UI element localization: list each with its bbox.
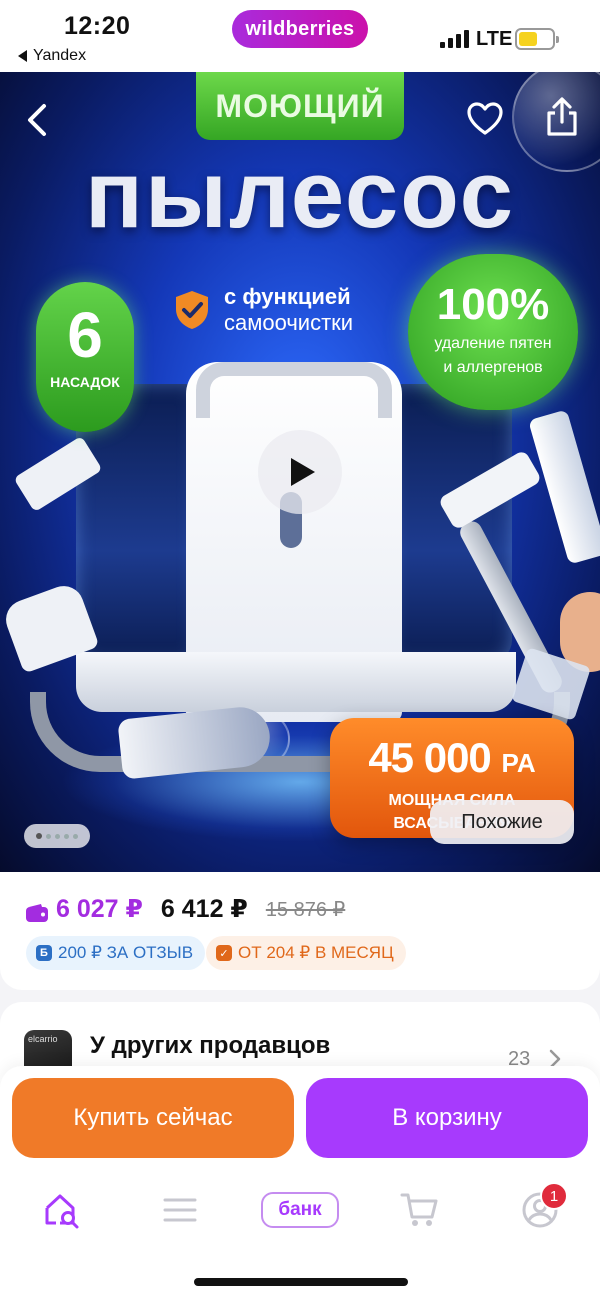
- tab-catalog[interactable]: [150, 1188, 210, 1232]
- status-time: 12:20: [64, 12, 131, 40]
- brand-logo: wildberries: [232, 10, 368, 48]
- heart-icon[interactable]: [466, 100, 504, 138]
- installment-chip[interactable]: ✓ ОТ 204 ₽ В МЕСЯЦ: [206, 936, 406, 970]
- stain-removal-caption-1: удаление пятен: [434, 335, 552, 352]
- slide-dot: [64, 833, 69, 839]
- product-page: 12:20 Yandex wildberries LTE МОЮЩИЙ пыле…: [0, 0, 600, 1297]
- suction-power-unit: PA: [501, 748, 536, 778]
- battery-icon: [515, 28, 559, 50]
- installment-label: ОТ 204 ₽ В МЕСЯЦ: [238, 943, 394, 962]
- cart-icon: [400, 1193, 438, 1226]
- menu-icon: [163, 1198, 197, 1222]
- slide-dot: [73, 833, 78, 839]
- attachments-caption: НАСАДОК: [50, 374, 120, 390]
- status-bar: 12:20 Yandex wildberries LTE: [0, 0, 600, 72]
- bottom-tab-bar: банк 1: [0, 1176, 600, 1297]
- network-type: LTE: [476, 28, 513, 50]
- home-search-icon: [45, 1194, 79, 1229]
- notification-badge: 1: [540, 1182, 568, 1210]
- other-sellers-title: У других продавцов: [90, 1032, 331, 1059]
- action-bar: Купить сейчас В корзину: [0, 1066, 600, 1176]
- seller-thumbnail-text: elcarrio: [28, 1034, 58, 1044]
- slide-dot: [46, 833, 51, 839]
- similar-button[interactable]: Похожие: [430, 800, 574, 844]
- suction-power-value: 45 000: [368, 734, 491, 781]
- back-to-app-link[interactable]: Yandex: [18, 47, 86, 65]
- share-icon[interactable]: [544, 96, 580, 138]
- tab-home[interactable]: [32, 1188, 92, 1232]
- slide-indicator: [24, 824, 90, 848]
- add-to-cart-button[interactable]: В корзину: [306, 1078, 588, 1158]
- feature-line-2: самоочистки: [224, 310, 354, 335]
- slide-dot: [55, 833, 60, 839]
- wallet-icon: [26, 900, 48, 922]
- vacuum-handle: [196, 362, 392, 418]
- back-app-label: Yandex: [33, 47, 87, 64]
- play-icon: [291, 458, 315, 486]
- signal-icon: [440, 30, 469, 48]
- stain-removal-badge: 100% удаление пятен и аллергенов: [408, 254, 578, 410]
- price-card: 6 027 ₽ 6 412 ₽ 15 876 ₽ Б 200 ₽ ЗА ОТЗЫ…: [0, 872, 600, 990]
- shield-check-icon: [174, 289, 210, 331]
- tab-cart[interactable]: [390, 1188, 450, 1232]
- old-price: 15 876 ₽: [265, 898, 346, 921]
- installment-icon: ✓: [216, 945, 232, 961]
- tab-bank[interactable]: банк: [258, 1188, 342, 1232]
- hero-title: пылесос: [85, 141, 515, 248]
- feature-line-1: с функцией: [224, 284, 351, 309]
- back-arrow-icon[interactable]: [22, 100, 56, 140]
- stain-removal-caption-2: и аллергенов: [443, 359, 543, 376]
- review-bonus-chip[interactable]: Б 200 ₽ ЗА ОТЗЫВ: [26, 936, 206, 970]
- self-clean-feature: с функцией самоочистки: [174, 284, 353, 336]
- price-value: 6 412 ₽: [160, 895, 248, 923]
- wallet-price-value: 6 027 ₽: [56, 895, 143, 923]
- stain-removal-percent: 100%: [436, 280, 550, 329]
- hero-tag: МОЮЩИЙ: [196, 72, 404, 140]
- home-indicator: [194, 1278, 408, 1286]
- attachments-badge: 6 НАСАДОК: [36, 282, 134, 432]
- slide-dot: [36, 833, 42, 839]
- price-row: 6 027 ₽ 6 412 ₽ 15 876 ₽: [26, 894, 345, 924]
- review-bonus-icon: Б: [36, 945, 52, 961]
- pipe-attachment: [528, 409, 600, 565]
- product-gallery[interactable]: МОЮЩИЙ пылесос 6 НАСАДОК с функцией само…: [0, 72, 600, 872]
- wallet-price[interactable]: 6 027 ₽: [26, 894, 143, 924]
- review-bonus-label: 200 ₽ ЗА ОТЗЫВ: [58, 943, 194, 962]
- attachments-count: 6: [67, 299, 103, 371]
- bank-label: банк: [261, 1192, 339, 1228]
- buy-now-button[interactable]: Купить сейчас: [12, 1078, 294, 1158]
- back-triangle-icon: [18, 50, 27, 62]
- play-video-button[interactable]: [258, 430, 342, 514]
